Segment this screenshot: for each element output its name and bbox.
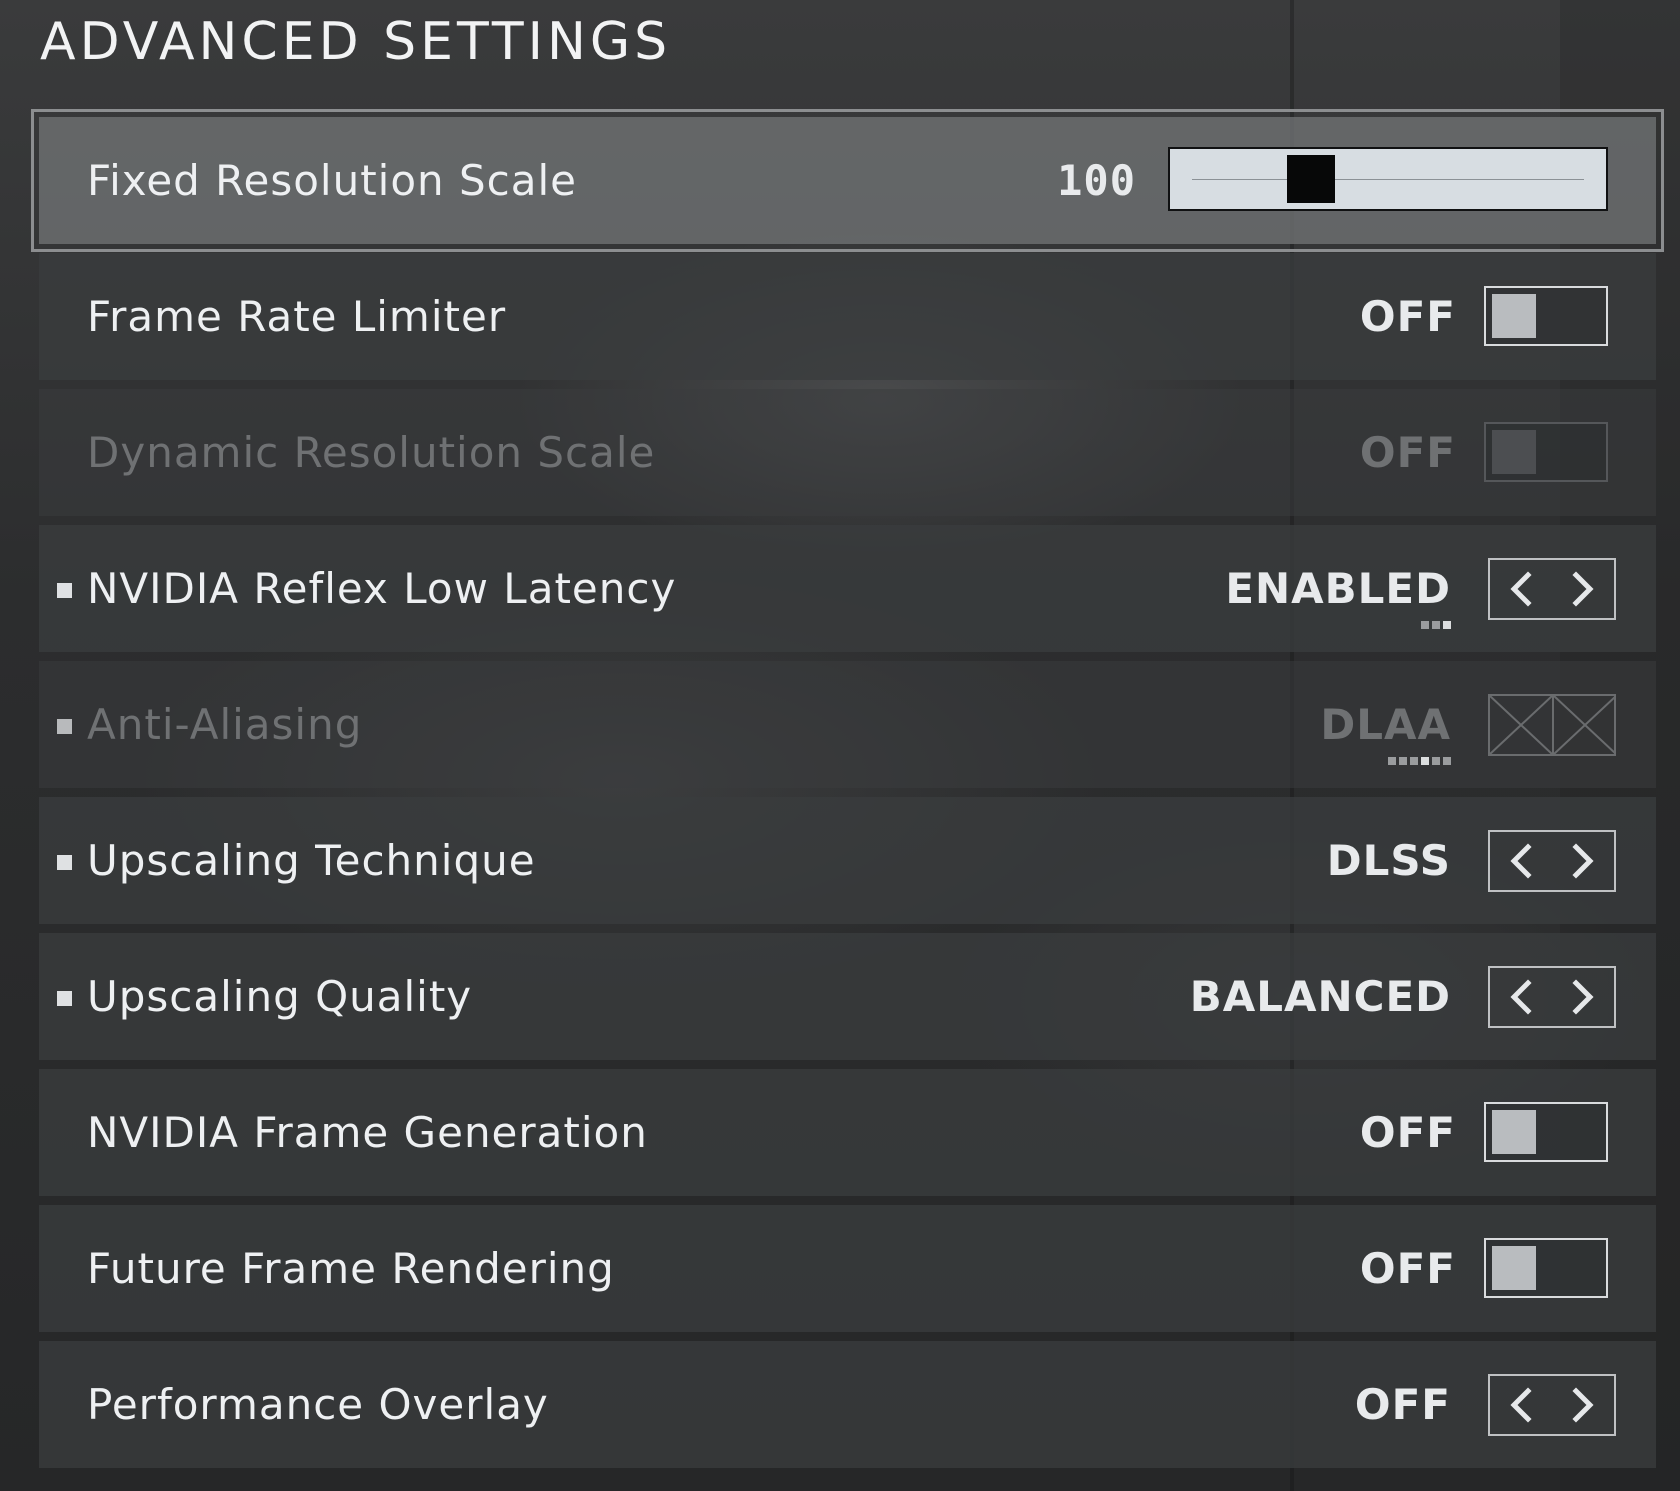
option-dot [1443, 757, 1451, 765]
toggle-switch[interactable] [1484, 286, 1608, 346]
setting-row-upscaling-technique[interactable]: Upscaling Technique DLSS [39, 797, 1656, 924]
slider-track [1192, 179, 1584, 180]
option-position-indicator [1421, 621, 1451, 629]
option-selector[interactable] [1488, 1374, 1616, 1436]
page-title: ADVANCED SETTINGS [40, 12, 672, 72]
setting-value: DLAA [1320, 700, 1451, 749]
option-selector[interactable] [1488, 830, 1616, 892]
setting-value: 100 [1057, 156, 1136, 205]
option-dot [1432, 757, 1440, 765]
setting-row-nvidia-reflex-low-latency[interactable]: NVIDIA Reflex Low Latency ENABLED [39, 525, 1656, 652]
option-dot [1421, 621, 1429, 629]
chevron-right-icon[interactable] [1552, 832, 1614, 890]
setting-row-upscaling-quality[interactable]: Upscaling Quality BALANCED [39, 933, 1656, 1060]
setting-row-anti-aliasing: Anti-Aliasing DLAA [39, 661, 1656, 788]
option-dot [1399, 757, 1407, 765]
bullet-icon [57, 855, 72, 870]
setting-value: OFF [1359, 1108, 1456, 1157]
setting-value: OFF [1354, 1380, 1451, 1429]
setting-value: BALANCED [1189, 972, 1451, 1021]
crossed-box-icon [1552, 696, 1616, 754]
option-dot [1388, 757, 1396, 765]
bullet-icon [57, 719, 72, 734]
setting-row-fixed-resolution-scale[interactable]: Fixed Resolution Scale 100 [31, 109, 1664, 252]
setting-value: OFF [1359, 1244, 1456, 1293]
chevron-left-icon[interactable] [1490, 1376, 1552, 1434]
setting-label: Upscaling Quality [87, 972, 473, 1021]
toggle-knob [1492, 1246, 1536, 1290]
slider-thumb[interactable] [1286, 155, 1335, 203]
toggle-switch[interactable] [1484, 1102, 1608, 1162]
setting-row-dynamic-resolution-scale: Dynamic Resolution Scale OFF [39, 389, 1656, 516]
option-selector [1488, 694, 1616, 756]
setting-row-nvidia-frame-generation[interactable]: NVIDIA Frame Generation OFF [39, 1069, 1656, 1196]
option-dot [1421, 757, 1429, 765]
toggle-switch [1484, 422, 1608, 482]
setting-label: Anti-Aliasing [87, 700, 363, 749]
toggle-knob [1492, 294, 1536, 338]
setting-label: Frame Rate Limiter [87, 292, 507, 341]
setting-row-performance-overlay[interactable]: Performance Overlay OFF [39, 1341, 1656, 1468]
setting-value: OFF [1359, 428, 1456, 477]
chevron-right-icon[interactable] [1552, 968, 1614, 1026]
setting-value: DLSS [1326, 836, 1451, 885]
toggle-switch[interactable] [1484, 1238, 1608, 1298]
chevron-right-icon[interactable] [1552, 1376, 1614, 1434]
bullet-icon [57, 991, 72, 1006]
chevron-left-icon[interactable] [1490, 560, 1552, 618]
setting-label: NVIDIA Reflex Low Latency [87, 564, 677, 613]
setting-label: NVIDIA Frame Generation [87, 1108, 648, 1157]
settings-list: Fixed Resolution Scale 100 Frame Rate Limi… [31, 109, 1664, 1477]
option-dot [1443, 621, 1451, 629]
chevron-left-icon[interactable] [1490, 968, 1552, 1026]
setting-label: Future Frame Rendering [87, 1244, 615, 1293]
setting-label: Performance Overlay [87, 1380, 549, 1429]
option-dot [1432, 621, 1440, 629]
chevron-left-icon[interactable] [1490, 832, 1552, 890]
toggle-knob [1492, 1110, 1536, 1154]
setting-row-frame-rate-limiter[interactable]: Frame Rate Limiter OFF [39, 253, 1656, 380]
option-position-indicator [1388, 757, 1451, 765]
setting-label: Upscaling Technique [87, 836, 536, 885]
chevron-right-icon[interactable] [1552, 560, 1614, 618]
setting-value: OFF [1359, 292, 1456, 341]
crossed-box-icon [1490, 696, 1552, 754]
option-selector[interactable] [1488, 966, 1616, 1028]
setting-label: Dynamic Resolution Scale [87, 428, 656, 477]
setting-value: ENABLED [1225, 564, 1451, 613]
setting-label: Fixed Resolution Scale [87, 156, 577, 205]
option-dot [1410, 757, 1418, 765]
setting-row-future-frame-rendering[interactable]: Future Frame Rendering OFF [39, 1205, 1656, 1332]
option-selector[interactable] [1488, 558, 1616, 620]
bullet-icon [57, 583, 72, 598]
resolution-slider[interactable] [1168, 147, 1608, 211]
toggle-knob [1492, 430, 1536, 474]
